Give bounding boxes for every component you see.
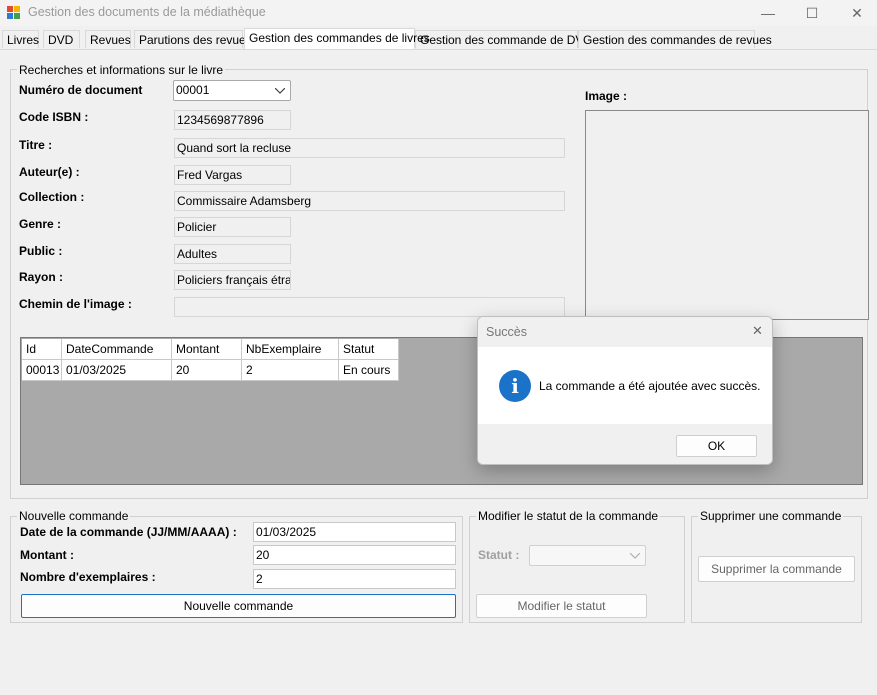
tab-label: Parutions des revues: [139, 33, 252, 47]
table-row-cell[interactable]: En cours: [339, 360, 399, 381]
order-date-input[interactable]: 01/03/2025: [253, 522, 456, 542]
ok-button-label: OK: [707, 439, 726, 453]
new-order-button-label: Nouvelle commande: [183, 599, 294, 613]
table-row-cell[interactable]: 20: [172, 360, 242, 381]
close-icon: ✕: [851, 4, 863, 21]
tab-label: Gestion des commande de DVD: [420, 33, 593, 47]
window-title: Gestion des documents de la médiathèque: [28, 5, 266, 19]
table-row-cell[interactable]: 00013: [22, 360, 62, 381]
title-label: Titre :: [19, 138, 53, 152]
ok-button[interactable]: OK: [676, 435, 757, 457]
chevron-down-icon: [275, 88, 285, 94]
tab-parutions[interactable]: Parutions des revues: [134, 30, 252, 48]
tab-dvd[interactable]: DVD: [43, 30, 80, 48]
tab-commandes-livres[interactable]: Gestion des commandes de livres: [244, 28, 430, 49]
tab-commandes-revues[interactable]: Gestion des commandes de revues: [578, 30, 772, 48]
dialog-title: Succès: [486, 325, 527, 339]
tab-commandes-dvd[interactable]: Gestion des commande de DVD: [415, 30, 592, 48]
doc-number-label: Numéro de document: [19, 83, 143, 97]
book-info-legend: Recherches et informations sur le livre: [17, 63, 226, 77]
copies-input[interactable]: 2: [253, 569, 456, 589]
delete-order-button[interactable]: Supprimer la commande: [698, 556, 855, 582]
amount-input[interactable]: 20: [253, 545, 456, 565]
tab-label: Gestion des commandes de livres: [249, 31, 430, 45]
status-label: Statut :: [478, 548, 520, 562]
public-field[interactable]: Adultes: [174, 244, 291, 264]
collection-label: Collection :: [19, 190, 85, 204]
author-field[interactable]: Fred Vargas: [174, 165, 291, 185]
tab-label: DVD: [48, 33, 74, 47]
new-order-button[interactable]: Nouvelle commande: [21, 594, 456, 618]
tab-label: Gestion des commandes de revues: [583, 33, 772, 47]
rayon-label: Rayon :: [19, 270, 64, 284]
chevron-down-icon: [630, 553, 640, 559]
info-icon: i: [499, 370, 531, 402]
modify-status-button-label: Modifier le statut: [517, 599, 606, 613]
close-button[interactable]: ✕: [834, 0, 877, 26]
title-field[interactable]: Quand sort la recluse: [174, 138, 565, 158]
order-date-label: Date de la commande (JJ/MM/AAAA) :: [20, 525, 237, 539]
success-dialog: Succès ✕ i La commande a été ajoutée ave…: [477, 316, 773, 465]
dialog-message: La commande a été ajoutée avec succès.: [539, 379, 761, 393]
copies-label: Nombre d'exemplaires :: [20, 570, 156, 584]
doc-number-combo[interactable]: 00001: [173, 80, 291, 101]
minimize-icon: —: [761, 5, 775, 21]
app-icon: [7, 6, 20, 19]
amount-label: Montant :: [20, 548, 74, 562]
image-path-label: Chemin de l'image :: [19, 297, 132, 311]
doc-number-value: 00001: [176, 83, 210, 97]
tab-label: Livres: [7, 33, 40, 47]
title-bar: Gestion des documents de la médiathèque …: [0, 0, 877, 26]
image-preview: [585, 110, 869, 320]
minimize-button[interactable]: —: [745, 0, 791, 26]
new-order-legend: Nouvelle commande: [17, 509, 131, 523]
maximize-button[interactable]: ☐: [789, 0, 835, 26]
collection-field[interactable]: Commissaire Adamsberg: [174, 191, 565, 211]
status-combo[interactable]: [529, 545, 646, 566]
tab-livres[interactable]: Livres: [2, 30, 39, 48]
genre-field[interactable]: Policier: [174, 217, 291, 237]
modify-status-legend: Modifier le statut de la commande: [476, 509, 661, 523]
maximize-icon: ☐: [805, 4, 819, 21]
grid-header-statut[interactable]: Statut: [339, 339, 399, 360]
info-icon-glyph: i: [511, 374, 519, 398]
isbn-label: Code ISBN :: [19, 110, 89, 124]
delete-order-legend: Supprimer une commande: [698, 509, 844, 523]
tab-revues[interactable]: Revues: [85, 30, 131, 48]
rayon-field[interactable]: Policiers français étrang: [174, 270, 291, 290]
isbn-field[interactable]: 1234569877896: [174, 110, 291, 130]
modify-status-button[interactable]: Modifier le statut: [476, 594, 647, 618]
image-label: Image :: [585, 89, 628, 103]
grid-header-montant[interactable]: Montant: [172, 339, 242, 360]
tab-label: Revues: [90, 33, 131, 47]
author-label: Auteur(e) :: [19, 165, 80, 179]
table-row-cell[interactable]: 2: [242, 360, 339, 381]
image-path-field[interactable]: [174, 297, 565, 317]
grid-header-id[interactable]: Id: [22, 339, 62, 360]
delete-order-button-label: Supprimer la commande: [711, 562, 842, 576]
public-label: Public :: [19, 244, 63, 258]
genre-label: Genre :: [19, 217, 62, 231]
grid-header-date[interactable]: DateCommande: [62, 339, 172, 360]
grid-header-nbexemplaire[interactable]: NbExemplaire: [242, 339, 339, 360]
table-row-cell[interactable]: 01/03/2025: [62, 360, 172, 381]
dialog-close-icon[interactable]: ✕: [752, 323, 763, 339]
